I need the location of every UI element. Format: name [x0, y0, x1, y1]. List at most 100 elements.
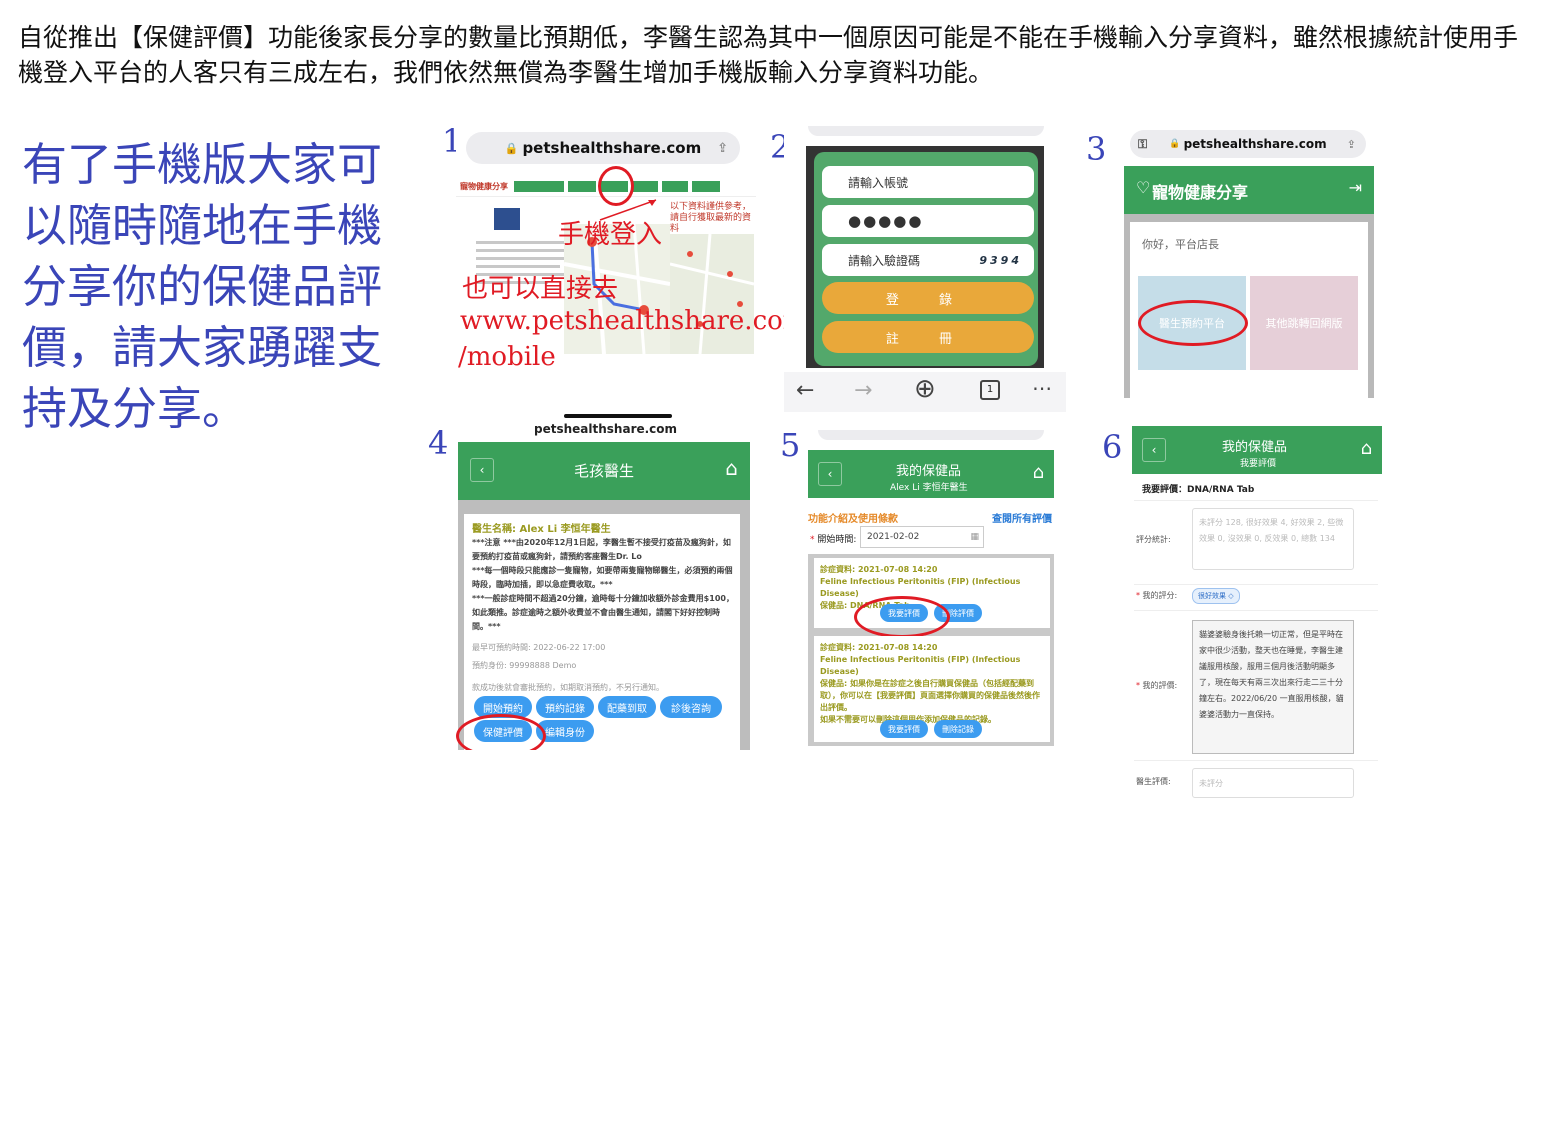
step5-url-bar[interactable] [818, 430, 1044, 440]
intro-terms-link[interactable]: 功能介紹及使用條款 [808, 510, 898, 525]
step1-note: 以下資料謹供參考，請自行獲取最新的資料 [670, 202, 752, 234]
annotation-circle [854, 596, 950, 638]
step6-header: ‹ 我的保健品 我要評價 ⌂ [1132, 426, 1382, 474]
step-number-3: 3 [1086, 130, 1107, 168]
step4-screenshot: petshealthshare.com ‹ 毛孩醫生 ⌂ 醫生名稱: Alex … [454, 410, 750, 750]
home-icon[interactable]: ⌂ [1033, 462, 1044, 483]
map-panel-2[interactable] [669, 233, 755, 355]
share-icon[interactable]: ⇪ [717, 141, 728, 156]
chevron-down-icon: ◇ [1228, 592, 1234, 600]
logout-icon[interactable]: ⇥ [1349, 178, 1362, 197]
annotation-direct: 也可以直接去 [462, 274, 619, 304]
card-disease: Feline Infectious Peritonitis (FIP) (Inf… [820, 577, 1021, 598]
review-subject: 我要評價：DNA/RNA Tab [1142, 485, 1255, 495]
login-button[interactable]: 登 錄 [822, 282, 1034, 314]
annotation-circle [1138, 300, 1248, 346]
header-title: 我的保健品 [1222, 440, 1288, 455]
back-icon[interactable]: ‹ [470, 458, 494, 482]
intro-paragraph: 自從推出【保健評價】功能後家長分享的數量比預期低，李醫生認為其中一個原因可能是不… [18, 23, 1519, 87]
nav-tab[interactable] [514, 181, 564, 192]
password-input[interactable]: ●●●●● [822, 205, 1034, 237]
more-icon[interactable]: ⋯ [1032, 376, 1052, 400]
view-all-reviews-link[interactable]: 查閱所有評價 [992, 510, 1052, 525]
clinic-logo [494, 208, 520, 230]
app-title: 寵物健康分享 [1152, 183, 1249, 202]
header-subtitle: 我要評價 [1240, 459, 1277, 469]
card-date: 診症資料: 2021-07-08 14:20 [820, 565, 938, 574]
nav-tab[interactable] [662, 181, 688, 192]
plus-icon[interactable]: ⊕ [914, 374, 936, 404]
tab-count-icon[interactable]: 1 [980, 380, 1000, 400]
divider [1134, 760, 1378, 761]
account-input[interactable]: 請輸入帳號 [822, 166, 1034, 198]
arrow-right-icon[interactable]: → [854, 378, 872, 403]
step3-screenshot: ⚿ 🔒 petshealthshare.com ⇪ ♡ 寵物健康分享 ⇥ 你好，… [1124, 126, 1376, 398]
tile-other[interactable]: 其他跳轉回網版 [1250, 276, 1358, 370]
captcha-image[interactable]: 9394 [979, 254, 1022, 267]
home-icon[interactable]: ⌂ [1361, 438, 1372, 459]
back-icon[interactable]: ‹ [818, 462, 842, 486]
step6-screenshot: ‹ 我的保健品 我要評價 ⌂ 我要評價：DNA/RNA Tab 評分統計: 未評… [1130, 424, 1382, 804]
step1-url-bar[interactable]: 🔒 petshealthshare.com ⇪ [466, 132, 740, 164]
medicine-pickup-button[interactable]: 配藥到取 [598, 696, 656, 718]
my-review-label: * 我的評價: [1136, 681, 1178, 690]
captcha-input[interactable]: 請輸入驗證碼 9394 [822, 244, 1034, 276]
post-consult-button[interactable]: 診後咨詢 [660, 696, 722, 718]
step3-app-header: ♡ 寵物健康分享 ⇥ [1124, 166, 1374, 214]
arrow-left-icon[interactable]: ← [796, 378, 814, 403]
step-number-4: 4 [428, 424, 449, 462]
my-rating-label: * 我的評分: [1136, 591, 1178, 600]
card-note-2: 如果不需要可以刪除這個用作添加保健品的記錄。 [820, 714, 1044, 726]
card-date: 診症資料: 2021-07-08 14:20 [820, 643, 938, 652]
lock-icon: 🔒 [504, 141, 519, 155]
step3-url: petshealthshare.com [1183, 137, 1327, 151]
step2-url-bar[interactable] [808, 126, 1044, 136]
booking-identity: 預約身份: 99998888 Demo [472, 661, 577, 670]
delete-record-button[interactable]: 刪除記錄 [934, 720, 982, 738]
my-rating-select[interactable]: 很好效果 ◇ [1192, 588, 1240, 604]
step1-url: petshealthshare.com [522, 139, 702, 157]
start-label: 開始時間: [817, 535, 857, 545]
step4-header: ‹ 毛孩醫生 ⌂ [458, 442, 750, 500]
my-rating-label-text: 我的評分: [1142, 591, 1178, 600]
promo-text: 有了手機版大家可以隨時隨地在手機分享你的保健品評價，請大家踴躍支持及分享。 [22, 138, 383, 435]
divider [1134, 500, 1378, 501]
share-icon[interactable]: ⇪ [1347, 138, 1356, 151]
step-number-6: 6 [1102, 428, 1123, 466]
home-icon[interactable]: ⌂ [725, 456, 738, 480]
step5-header: ‹ 我的保健品 Alex Li 李恒年醫生 ⌂ [808, 450, 1054, 498]
annotation-arrow-icon [599, 199, 657, 221]
annotation-direct-url: www.petshealthshare.com [460, 306, 808, 336]
browser-nav-bar: ← → ⊕ 1 ⋯ [784, 372, 1066, 412]
register-button[interactable]: 註 冊 [822, 321, 1034, 353]
write-review-button[interactable]: 我要評價 [880, 720, 928, 738]
home-indicator [564, 414, 672, 418]
header-subtitle: Alex Li 李恒年醫生 [890, 483, 968, 493]
back-icon[interactable]: ‹ [1142, 438, 1166, 462]
review-card: 診症資料: 2021-07-08 14:20 Feline Infectious… [814, 636, 1050, 742]
calendar-icon[interactable]: ▦ [970, 527, 979, 547]
my-review-textarea[interactable]: 貓婆婆驗身後托賴一切正常，但是平時在家中很少活動，整天也在睡覺，李醫生建議服用核… [1192, 620, 1354, 754]
stats-label: 評分統計: [1136, 535, 1171, 544]
stethoscope-icon: ♡ [1136, 178, 1151, 197]
nav-tab[interactable] [692, 181, 720, 192]
start-time-label: * 開始時間: [810, 535, 857, 545]
header-title: 毛孩醫生 [574, 462, 635, 480]
divider [1134, 584, 1378, 585]
nav-tab[interactable] [632, 181, 658, 192]
start-date-value: 2021-02-02 [867, 532, 920, 542]
notice-line: ***一般診症時間不超過20分鐘，逾時每十分鐘加收額外診金費用$100，如此類推… [472, 594, 734, 631]
step4-url: petshealthshare.com [534, 422, 678, 436]
booking-record-button[interactable]: 預約記錄 [536, 696, 594, 718]
step5-screenshot: ‹ 我的保健品 Alex Li 李恒年醫生 ⌂ 功能介紹及使用條款 查閱所有評價… [806, 430, 1056, 746]
annotation-direct-path: /mobile [458, 342, 556, 372]
captcha-placeholder: 請輸入驗證碼 [848, 253, 921, 268]
nav-tab[interactable] [568, 181, 596, 192]
stats-box: 未評分 128, 很好效果 4, 好效果 2, 些微效果 0, 沒效果 0, 反… [1192, 508, 1354, 570]
key-icon: ⚿ [1138, 136, 1148, 151]
step3-url-bar[interactable]: ⚿ 🔒 petshealthshare.com ⇪ [1130, 130, 1366, 158]
earliest-time: 最早可預約時間: 2022-06-22 17:00 [472, 643, 606, 652]
header-title: 我的保健品 [896, 464, 962, 479]
step2-screenshot: 請輸入帳號 ●●●●● 請輸入驗證碼 9394 登 錄 註 冊 ← → ⊕ 1 … [784, 126, 1066, 412]
start-date-input[interactable]: 2021-02-02 ▦ [860, 526, 984, 548]
